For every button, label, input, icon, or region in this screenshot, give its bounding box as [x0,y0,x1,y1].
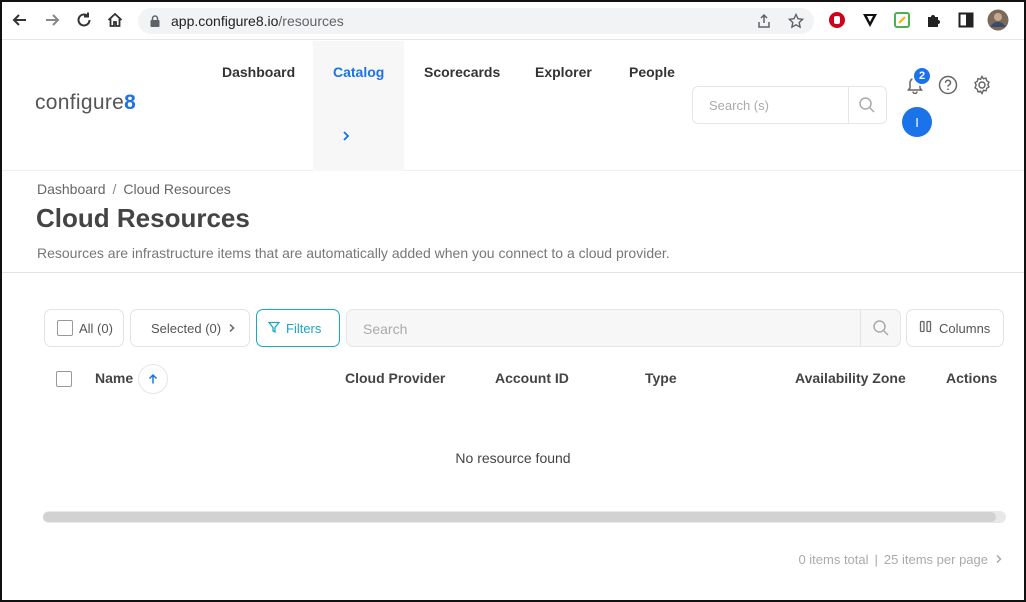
address-bar[interactable]: app.configure8.io/resources [138,8,814,34]
global-search-placeholder: Search (s) [709,98,769,113]
nav-scorecards[interactable]: Scorecards [424,64,500,80]
global-search-input[interactable]: Search (s) [692,86,887,124]
lock-icon [148,14,162,28]
filter-icon [267,321,281,336]
page-description: Resources are infrastructure items that … [37,245,670,261]
catalog-nav-highlight [313,41,404,171]
column-header-cloud-provider[interactable]: Cloud Provider [345,370,445,386]
breadcrumb-separator: / [112,181,117,197]
share-icon[interactable] [755,12,773,30]
header-row-checkbox[interactable] [56,371,72,387]
extension-shield-icon[interactable] [828,11,846,29]
app-header: configure8 Dashboard Catalog Scorecards … [2,41,1024,171]
configure8-logo[interactable]: configure8 [35,91,136,115]
user-avatar[interactable]: I [902,107,932,137]
select-all-label: All (0) [79,320,113,336]
column-header-name[interactable]: Name [95,370,133,386]
side-panel-icon[interactable] [957,11,975,29]
notifications-badge[interactable]: 2 [912,66,932,86]
arrow-up-icon [148,373,158,384]
breadcrumb-dashboard[interactable]: Dashboard [37,181,106,197]
nav-people[interactable]: People [629,64,675,80]
column-header-account-id[interactable]: Account ID [495,370,569,386]
gear-icon[interactable] [972,75,992,96]
browser-window: app.configure8.io/resources configure8 D… [0,0,1026,602]
search-icon[interactable] [858,96,876,114]
url-text: app.configure8.io/resources [171,13,344,29]
help-icon[interactable] [938,75,958,95]
extension-color-icon[interactable] [893,11,911,29]
column-header-actions: Actions [946,370,998,386]
select-all-button[interactable]: All (0) [44,309,124,347]
table-search-separator [860,310,861,346]
url-path: /resources [278,13,344,29]
reload-icon[interactable] [74,10,94,30]
scrollbar-thumb[interactable] [43,512,996,522]
breadcrumb-current: Cloud Resources [123,181,231,197]
extension-v-icon[interactable] [861,11,879,29]
selected-dropdown-button[interactable]: Selected (0) [130,309,250,347]
columns-icon [919,320,932,336]
filters-button[interactable]: Filters [256,309,340,347]
chevron-right-icon [227,321,237,336]
empty-state-message: No resource found [455,450,571,466]
section-divider [2,272,1024,273]
column-header-type[interactable]: Type [645,370,677,386]
back-icon[interactable] [10,10,30,30]
profile-avatar-icon[interactable] [987,9,1009,31]
pagination: 0 items total | 25 items per page [798,552,1004,567]
sort-ascending-button[interactable] [138,364,168,394]
search-icon[interactable] [872,319,890,337]
columns-button[interactable]: Columns [906,309,1004,347]
forward-icon[interactable] [42,10,62,30]
nav-catalog[interactable]: Catalog [333,64,384,80]
table-search-placeholder: Search [363,321,408,337]
column-header-availability-zone[interactable]: Availability Zone [795,370,906,386]
nav-explorer[interactable]: Explorer [535,64,592,80]
browser-toolbar: app.configure8.io/resources [2,2,1024,40]
chevron-right-icon[interactable] [340,129,352,141]
items-total: 0 items total [798,552,869,567]
select-all-checkbox[interactable] [57,320,73,336]
home-icon[interactable] [105,10,125,30]
url-host: app.configure8.io [171,13,279,29]
pagination-separator: | [874,552,878,567]
selected-label: Selected (0) [151,320,222,336]
filters-label: Filters [286,320,322,336]
logo-digit: 8 [124,91,137,114]
table-search-input[interactable]: Search [346,309,901,347]
nav-dashboard[interactable]: Dashboard [222,64,295,80]
page-title: Cloud Resources [36,203,250,233]
columns-label: Columns [939,320,991,336]
bookmark-star-icon[interactable] [787,12,805,30]
items-per-page[interactable]: 25 items per page [884,552,988,567]
search-separator [848,87,849,123]
extensions-puzzle-icon[interactable] [925,11,943,29]
horizontal-scrollbar[interactable] [43,511,1006,523]
chevron-right-icon[interactable] [994,552,1004,567]
logo-text: configure [35,91,125,114]
breadcrumb: Dashboard / Cloud Resources [37,181,231,197]
